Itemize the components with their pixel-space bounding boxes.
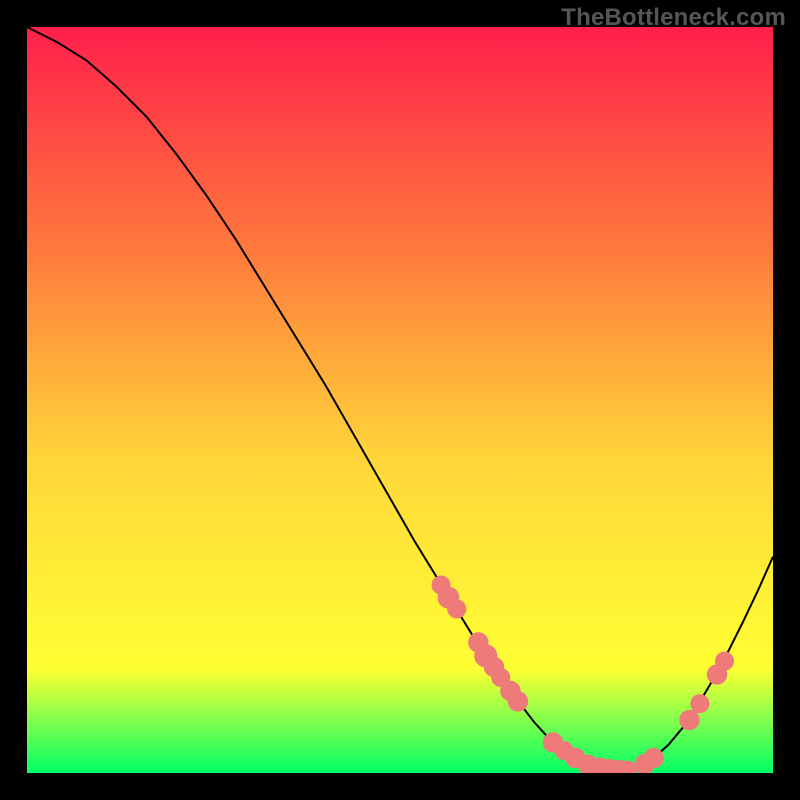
chart-svg bbox=[27, 27, 773, 773]
curve-marker bbox=[644, 748, 663, 767]
chart-stage: TheBottleneck.com bbox=[0, 0, 800, 800]
watermark-label: TheBottleneck.com bbox=[561, 4, 786, 32]
curve-marker bbox=[691, 695, 709, 713]
curve-marker bbox=[680, 710, 699, 729]
curve-marker bbox=[448, 600, 466, 618]
curve-marker bbox=[715, 652, 733, 670]
curve-marker bbox=[508, 692, 527, 711]
gradient-background bbox=[27, 27, 773, 773]
plot-area bbox=[27, 27, 773, 773]
